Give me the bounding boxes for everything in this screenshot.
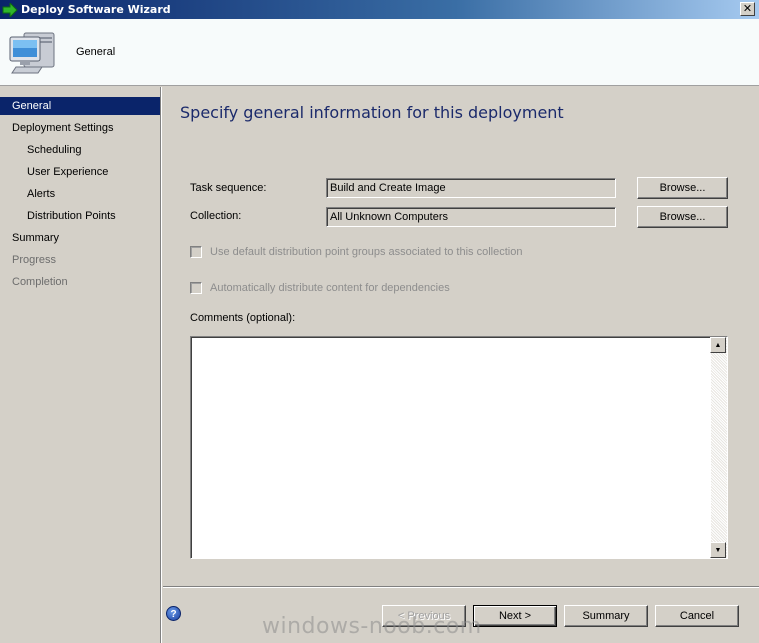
default-groups-checkbox[interactable]	[190, 246, 202, 258]
collection-label: Collection:	[190, 210, 242, 222]
nav-divider	[160, 87, 162, 643]
default-groups-checkbox-label: Use default distribution point groups as…	[210, 246, 523, 258]
dependencies-checkbox-row: Automatically distribute content for dep…	[190, 282, 450, 294]
nav-item-summary[interactable]: Summary	[0, 229, 160, 247]
comments-textarea[interactable]	[190, 336, 728, 559]
title-bar: Deploy Software Wizard ✕	[0, 0, 759, 19]
task-sequence-field[interactable]: Build and Create Image	[326, 178, 616, 198]
footer-separator	[163, 586, 759, 588]
comments-label: Comments (optional):	[190, 312, 296, 324]
wizard-content: Specify general information for this dep…	[163, 87, 759, 587]
cancel-button[interactable]: Cancel	[655, 605, 739, 627]
header-banner: General	[0, 19, 759, 86]
nav-item-distribution-points[interactable]: Distribution Points	[0, 207, 160, 225]
previous-button: < Previous	[382, 605, 466, 627]
page-title: Specify general information for this dep…	[180, 103, 564, 122]
help-icon[interactable]: ?	[166, 606, 181, 621]
task-sequence-browse-button[interactable]: Browse...	[637, 177, 728, 199]
close-button[interactable]: ✕	[740, 2, 755, 16]
nav-item-scheduling[interactable]: Scheduling	[0, 141, 160, 159]
nav-item-general[interactable]: General	[0, 97, 160, 115]
nav-item-deployment-settings[interactable]: Deployment Settings	[0, 119, 160, 137]
nav-item-completion: Completion	[12, 276, 68, 288]
computer-icon	[9, 32, 55, 74]
task-sequence-label: Task sequence:	[190, 182, 267, 194]
dependencies-checkbox-label: Automatically distribute content for dep…	[210, 282, 450, 294]
wizard-nav: General Deployment Settings Scheduling U…	[0, 87, 161, 643]
collection-browse-button[interactable]: Browse...	[637, 206, 728, 228]
summary-button[interactable]: Summary	[564, 605, 648, 627]
nav-item-progress: Progress	[12, 254, 57, 266]
comments-scrollbar[interactable]: ▲ ▼	[710, 337, 727, 558]
banner-title: General	[76, 46, 116, 58]
dependencies-checkbox[interactable]	[190, 282, 202, 294]
scroll-up-icon[interactable]: ▲	[710, 337, 726, 353]
next-button[interactable]: Next >	[473, 605, 557, 627]
collection-field[interactable]: All Unknown Computers	[326, 207, 616, 227]
nav-item-alerts[interactable]: Alerts	[0, 185, 160, 203]
nav-item-user-experience[interactable]: User Experience	[0, 163, 160, 181]
default-groups-checkbox-row: Use default distribution point groups as…	[190, 246, 522, 258]
scroll-down-icon[interactable]: ▼	[710, 542, 726, 558]
window-title: Deploy Software Wizard	[21, 3, 171, 16]
scrollbar-track[interactable]	[711, 337, 727, 558]
green-arrow-icon	[2, 2, 18, 17]
